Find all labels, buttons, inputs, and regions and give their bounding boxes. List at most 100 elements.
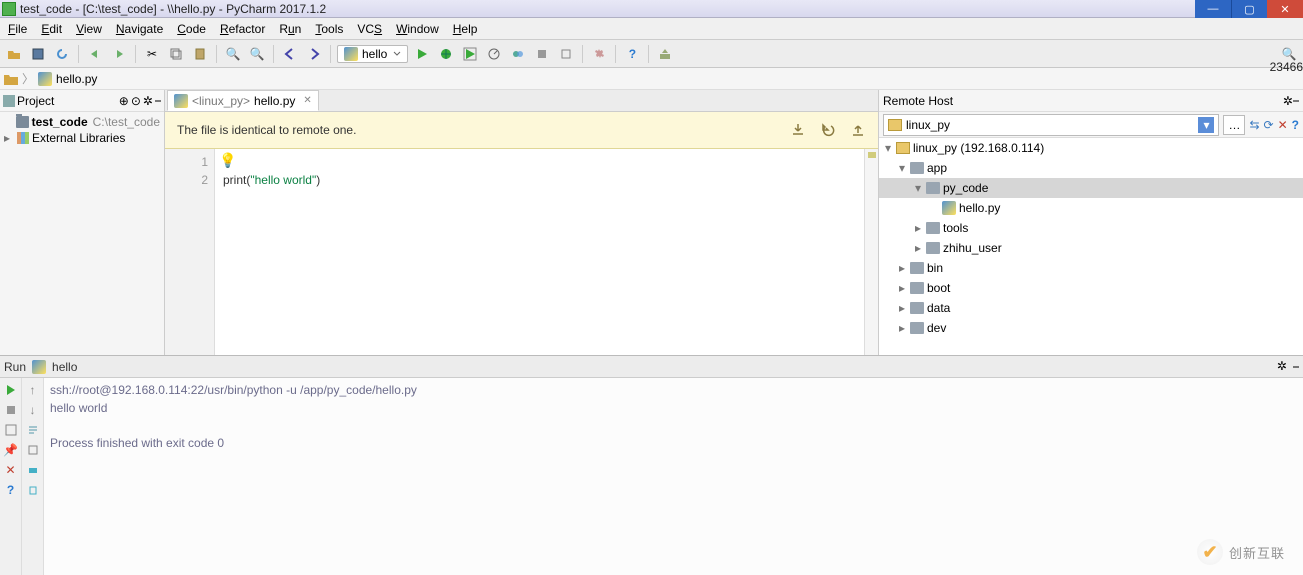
find-icon[interactable]: 🔍 — [223, 44, 243, 64]
profile-icon[interactable] — [484, 44, 504, 64]
remote-folder-boot[interactable]: ▸boot — [879, 278, 1303, 298]
rerun-icon[interactable] — [3, 382, 19, 398]
project-tree[interactable]: test_code C:\test_code ▸ External Librar… — [0, 112, 164, 148]
editor-scrollbar[interactable] — [864, 149, 878, 355]
breadcrumb-file[interactable]: hello.py — [56, 72, 97, 86]
paste-icon[interactable] — [190, 44, 210, 64]
menu-vcs[interactable]: VCS — [351, 20, 388, 38]
remote-folder-data[interactable]: ▸data — [879, 298, 1303, 318]
gear-icon[interactable]: ✲ — [1283, 94, 1293, 108]
download-icon[interactable] — [790, 122, 806, 138]
concurrency-icon[interactable] — [508, 44, 528, 64]
menu-code[interactable]: Code — [171, 20, 212, 38]
run-icon[interactable] — [412, 44, 432, 64]
tab-close-icon[interactable]: ✕ — [303, 95, 311, 106]
help-icon[interactable]: ? — [622, 44, 642, 64]
print-icon[interactable] — [25, 462, 41, 478]
hide-icon[interactable]: ⎯ — [1293, 359, 1299, 374]
editor-tab-hello[interactable]: <linux_py> hello.py ✕ — [167, 90, 319, 111]
watermark-text: 创新互联 — [1229, 543, 1285, 562]
back-icon[interactable] — [280, 44, 300, 64]
remote-tree[interactable]: ▾linux_py (192.168.0.114) ▾app ▾py_code … — [879, 138, 1303, 355]
menu-tools[interactable]: Tools — [309, 20, 349, 38]
remote-folder-bin[interactable]: ▸bin — [879, 258, 1303, 278]
delete-icon[interactable]: ✕ — [1278, 118, 1288, 132]
redo-icon[interactable] — [109, 44, 129, 64]
scroll-from-icon[interactable]: ⊙ — [131, 94, 141, 108]
clear-icon[interactable] — [25, 482, 41, 498]
deploy-icon[interactable] — [655, 44, 675, 64]
collapse-icon[interactable]: ⊕ — [119, 94, 129, 108]
gear-icon[interactable]: ✲ — [1277, 359, 1287, 374]
menu-file[interactable]: File — [2, 20, 33, 38]
debug-icon[interactable] — [436, 44, 456, 64]
breadcrumb-separator: 〉 — [22, 70, 34, 87]
project-root-row[interactable]: test_code C:\test_code — [0, 114, 164, 130]
remote-folder-app[interactable]: ▾app — [879, 158, 1303, 178]
help-icon[interactable]: ? — [3, 482, 19, 498]
save-icon[interactable] — [28, 44, 48, 64]
restore-layout-icon[interactable] — [3, 422, 19, 438]
menu-help[interactable]: Help — [447, 20, 484, 38]
settings-icon[interactable] — [589, 44, 609, 64]
cut-icon[interactable]: ✂ — [142, 44, 162, 64]
editor-notice: The file is identical to remote one. — [165, 112, 878, 149]
close-icon[interactable]: ✕ — [3, 462, 19, 478]
run-config-name: hello — [52, 360, 77, 374]
help-icon[interactable]: ? — [1292, 118, 1299, 132]
hide-icon[interactable]: ⎯ — [1293, 93, 1299, 108]
maximize-button[interactable]: ▢ — [1231, 0, 1267, 18]
remote-file-hello[interactable]: hello.py — [879, 198, 1303, 218]
remote-folder-pycode[interactable]: ▾py_code — [879, 178, 1303, 198]
stop-icon[interactable] — [532, 44, 552, 64]
refresh-icon[interactable]: ⟳ — [1264, 118, 1274, 132]
down-icon[interactable]: ↓ — [25, 402, 41, 418]
external-libraries-row[interactable]: ▸ External Libraries — [0, 130, 164, 146]
code-body[interactable]: 💡 print("hello world") — [215, 149, 864, 355]
folder-icon — [910, 262, 924, 274]
soft-wrap-icon[interactable] — [25, 422, 41, 438]
menu-window[interactable]: Window — [390, 20, 445, 38]
hide-icon[interactable]: ⎯ — [155, 93, 161, 108]
console-output[interactable]: ssh://root@192.168.0.114:22/usr/bin/pyth… — [44, 378, 1303, 575]
remote-toolbar: linux_py ▾ … ⇆ ⟳ ✕ ? — [879, 112, 1303, 138]
remote-root[interactable]: ▾linux_py (192.168.0.114) — [879, 138, 1303, 158]
folder-icon — [4, 73, 18, 85]
copy-icon[interactable] — [166, 44, 186, 64]
menu-view[interactable]: View — [70, 20, 108, 38]
coverage-icon[interactable] — [460, 44, 480, 64]
remote-folder-dev[interactable]: ▸dev — [879, 318, 1303, 338]
diff-icon[interactable]: ⇆ — [1249, 118, 1259, 132]
code-editor[interactable]: 1 2 💡 print("hello world") — [165, 149, 878, 355]
sync-icon[interactable] — [52, 44, 72, 64]
remote-host-pane: Remote Host ✲ ⎯ linux_py ▾ … ⇆ ⟳ ✕ ? ▾li… — [878, 90, 1303, 355]
menu-run[interactable]: Run — [273, 20, 307, 38]
run-config-selector[interactable]: hello — [337, 45, 408, 63]
menu-refactor[interactable]: Refactor — [214, 20, 271, 38]
remote-folder-zhihu[interactable]: ▸zhihu_user — [879, 238, 1303, 258]
project-root-name: test_code — [32, 115, 88, 129]
browse-button[interactable]: … — [1223, 115, 1245, 135]
minimize-button[interactable]: — — [1195, 0, 1231, 18]
remote-folder-tools[interactable]: ▸tools — [879, 218, 1303, 238]
undo-icon[interactable] — [85, 44, 105, 64]
notice-text: The file is identical to remote one. — [177, 123, 790, 137]
revert-icon[interactable] — [820, 122, 836, 138]
line-number: 2 — [171, 171, 208, 189]
remote-server-selector[interactable]: linux_py ▾ — [883, 114, 1219, 136]
stop-icon[interactable] — [3, 402, 19, 418]
replace-icon[interactable]: 🔍 — [247, 44, 267, 64]
scroll-to-end-icon[interactable] — [25, 442, 41, 458]
up-icon[interactable]: ↑ — [25, 382, 41, 398]
pin-icon[interactable]: 📌 — [3, 442, 19, 458]
intention-bulb-icon[interactable]: 💡 — [219, 151, 236, 169]
upload-icon[interactable] — [850, 122, 866, 138]
forward-icon[interactable] — [304, 44, 324, 64]
close-button[interactable]: ✕ — [1267, 0, 1303, 18]
attach-icon[interactable] — [556, 44, 576, 64]
menu-navigate[interactable]: Navigate — [110, 20, 169, 38]
menu-edit[interactable]: Edit — [35, 20, 68, 38]
server-icon — [896, 142, 910, 154]
gear-icon[interactable]: ✲ — [143, 94, 153, 108]
open-icon[interactable] — [4, 44, 24, 64]
